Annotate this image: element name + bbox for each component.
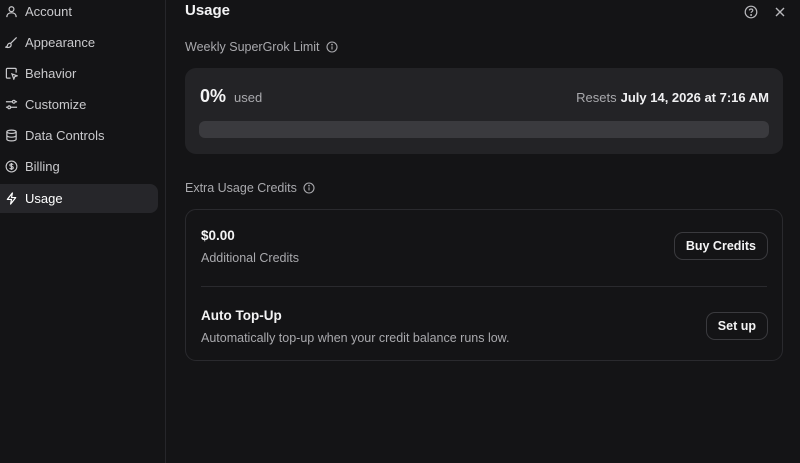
sidebar-item-appearance[interactable]: Appearance [0, 28, 158, 57]
sidebar-item-label: Appearance [25, 35, 96, 50]
extra-credits-label-text: Extra Usage Credits [185, 181, 297, 195]
credit-balance-caption: Additional Credits [201, 251, 299, 265]
help-circle-icon [744, 5, 758, 19]
auto-topup-description: Automatically top-up when your credit ba… [201, 331, 510, 345]
usage-progress-bar [199, 121, 769, 138]
help-button[interactable] [742, 3, 760, 21]
sidebar-item-label: Data Controls [25, 128, 105, 143]
setup-auto-topup-button[interactable]: Set up [705, 312, 768, 340]
auto-topup-title: Auto Top-Up [201, 308, 282, 323]
sidebar-item-customize[interactable]: Customize [0, 90, 158, 119]
cursor-window-icon [4, 67, 18, 81]
sidebar-item-behavior[interactable]: Behavior [0, 59, 158, 88]
bolt-icon [4, 192, 18, 206]
brush-icon [4, 36, 18, 50]
info-icon[interactable] [303, 182, 315, 194]
extra-credits-card: $0.00 Additional Credits Buy Credits Aut… [185, 209, 783, 361]
sidebar-item-billing[interactable]: Billing [0, 152, 158, 181]
sidebar-item-label: Behavior [25, 66, 77, 81]
usage-used-label: used [234, 90, 263, 105]
buy-credits-button[interactable]: Buy Credits [673, 232, 768, 260]
settings-sidebar: Account Appearance Behavior Customize Da… [0, 0, 166, 463]
resets-date: July 14, 2026 at 7:16 AM [620, 90, 769, 105]
sidebar-item-account[interactable]: Account [0, 0, 158, 26]
resets-label: Resets [576, 90, 617, 105]
close-icon [774, 6, 786, 18]
sidebar-item-label: Account [25, 4, 72, 19]
sidebar-item-label: Customize [25, 97, 87, 112]
database-icon [4, 129, 18, 143]
page-title: Usage [185, 2, 231, 19]
extra-credits-label: Extra Usage Credits [185, 181, 315, 195]
dollar-circle-icon [4, 160, 18, 174]
user-icon [4, 5, 18, 19]
credit-balance: $0.00 [201, 228, 235, 243]
usage-percent: 0% [200, 86, 227, 106]
close-button[interactable] [771, 3, 789, 21]
info-icon[interactable] [325, 41, 338, 53]
sidebar-item-label: Billing [25, 159, 60, 174]
weekly-limit-label: Weekly SuperGrok Limit [185, 40, 338, 54]
sidebar-item-usage[interactable]: Usage [0, 184, 158, 213]
sidebar-item-data-controls[interactable]: Data Controls [0, 121, 158, 150]
reset-info: Resets July 14, 2026 at 7:16 AM [576, 90, 769, 105]
divider [201, 286, 767, 287]
weekly-limit-label-text: Weekly SuperGrok Limit [185, 40, 320, 54]
sliders-icon [4, 98, 18, 112]
weekly-limit-card: 0% used Resets July 14, 2026 at 7:16 AM [185, 68, 783, 154]
sidebar-item-label: Usage [25, 191, 63, 206]
